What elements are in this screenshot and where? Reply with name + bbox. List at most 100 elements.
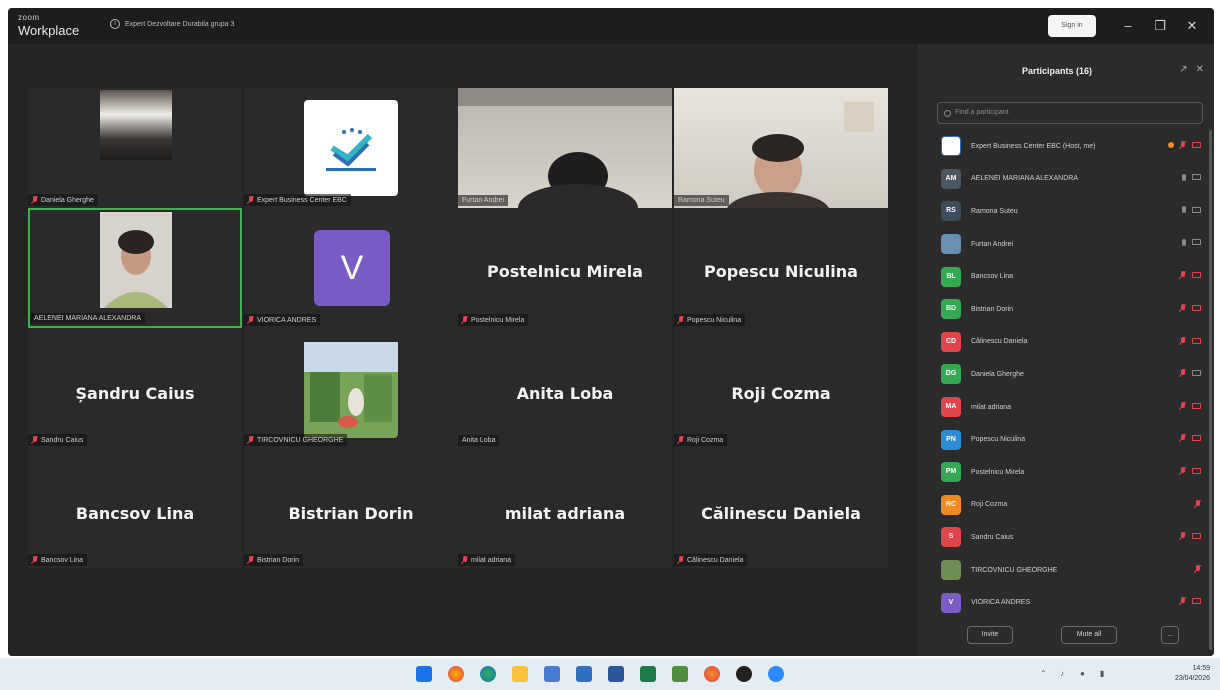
mic-muted-icon[interactable] [1180,336,1186,345]
avatar: AM [941,168,961,189]
video-tile-daniela[interactable]: Daniela Gherghe [28,88,242,208]
speaker-icon[interactable]: ♪ [1060,669,1064,678]
participant-row[interactable]: V VIORICA ANDRES [931,586,1207,619]
obs-icon[interactable] [736,666,752,682]
restore-icon[interactable]: ❐ [1150,16,1170,36]
mic-icon[interactable] [1182,206,1186,214]
tile-name: Roji Cozma [674,434,728,446]
video-tile-sandru[interactable]: Șandru Caius Sandru Caius [28,328,242,448]
video-tile-calinescu[interactable]: Călinescu Daniela Călinescu Daniela [674,448,888,568]
video-tile-popescu[interactable]: Popescu Niculina Popescu Niculina [674,208,888,328]
sign-in-button[interactable]: Sign in [1048,15,1096,37]
minimize-icon[interactable]: – [1118,16,1138,36]
more-options-button[interactable]: ... [1161,626,1179,644]
wifi-icon[interactable]: ● [1080,669,1085,678]
meeting-info[interactable]: i Expert Dezvoltare Durabila grupa 3 [110,19,234,29]
pop-out-icon[interactable]: ↗ [1179,64,1187,75]
participant-row[interactable]: PM Postelnicu Mirela [931,456,1207,489]
widgets-icon[interactable] [448,666,464,682]
tile-name: Anita Loba [458,435,500,446]
camera-off-icon[interactable] [1192,402,1201,409]
video-tile-milat[interactable]: milat adriana milat adriana [458,448,672,568]
system-clock[interactable]: 14:59 23/04/2026 [1175,664,1210,684]
mic-muted-icon[interactable] [1180,532,1186,540]
participant-name: Daniela Gherghe [971,370,1024,378]
scrollbar[interactable] [1209,130,1212,650]
video-tile-bancsov[interactable]: Bancsov Lina Bancsov Lina [28,448,242,568]
camera-off-icon[interactable] [1192,598,1201,605]
video-tile-furtan[interactable]: Furtan Andrei [458,88,672,208]
search-input[interactable]: Find a participant [937,102,1203,124]
mic-muted-icon[interactable] [1180,597,1186,605]
close-icon[interactable]: ✕ [1182,16,1202,36]
participant-row[interactable]: TIRCOVNICU GHEORGHE [931,554,1207,587]
app-icon[interactable] [672,666,688,682]
video-tile-ebc[interactable]: Expert Business Center EBC [244,88,458,208]
participant-big-name: Bancsov Lina [75,504,195,523]
participant-name: Sandru Caius [971,533,1014,541]
video-tile-anita[interactable]: Anita Loba Anita Loba [458,328,672,448]
participant-big-name: Șandru Caius [75,384,195,403]
mic-icon[interactable] [1182,238,1186,246]
edge-browser-icon[interactable] [480,666,496,682]
video-tile-viorica[interactable]: V VIORICA ANDRES [244,208,458,328]
chevron-up-icon[interactable]: ⌃ [1040,669,1047,678]
participant-row[interactable]: BD Bistrian Dorin [931,293,1207,326]
mic-muted-icon[interactable] [1180,271,1186,279]
battery-icon[interactable]: ▮ [1100,669,1104,678]
camera-off-icon[interactable] [1192,435,1201,442]
camera-off-icon[interactable] [1192,304,1201,311]
camera-off-icon[interactable] [1192,533,1201,540]
chrome-icon[interactable] [704,666,720,682]
participant-row[interactable]: MA milat adriana [931,391,1207,424]
camera-icon[interactable] [1192,206,1201,213]
close-panel-icon[interactable]: ✕ [1196,64,1204,75]
participant-row[interactable]: BL Bancsov Lina [931,260,1207,293]
mic-muted-icon[interactable] [1180,466,1186,475]
video-tile-aelenei[interactable]: AELENEI MARIANA ALEXANDRA [28,208,242,328]
camera-off-icon[interactable] [1192,467,1201,474]
word-icon[interactable] [608,666,624,682]
avatar: PN [941,429,961,450]
participant-row[interactable]: CD Călinescu Daniela [931,326,1207,359]
video-tile-ramona[interactable]: Ramona Suteu [674,88,888,208]
participant-name: Expert Business Center EBC (Host, me) [971,142,1096,150]
participant-row[interactable]: Furtan Andrei [931,228,1207,261]
video-tile-roji[interactable]: Roji Cozma Roji Cozma [674,328,888,448]
camera-icon[interactable] [1192,370,1201,377]
mute-all-button[interactable]: Mute all [1061,626,1117,644]
video-tile-postelnicu[interactable]: Postelnicu Mirela Postelnicu Mirela [458,208,672,328]
mic-muted-icon[interactable] [1180,401,1186,410]
file-explorer-icon[interactable] [512,666,528,682]
photos-icon[interactable] [576,666,592,682]
camera-icon[interactable] [1192,174,1201,181]
participant-row[interactable]: RC Roji Cozma [931,489,1207,522]
windows-start-icon[interactable] [416,666,432,682]
mic-muted-icon[interactable] [1180,303,1186,312]
mic-muted-icon[interactable] [1195,499,1201,508]
mic-muted-icon [678,316,684,324]
excel-icon[interactable] [640,666,656,682]
zoom-taskbar-icon[interactable] [768,666,784,682]
participant-row[interactable]: AM AELENEI MARIANA ALEXANDRA [931,163,1207,196]
participant-row[interactable]: S Sandru Caius [931,521,1207,554]
invite-button[interactable]: Invite [967,626,1013,644]
info-icon[interactable]: i [110,19,120,29]
video-tile-tircovnicu[interactable]: TIRCOVNICU GHEORGHE [244,328,458,448]
mic-muted-icon[interactable] [1195,564,1201,573]
mic-muted-icon[interactable] [1180,369,1186,377]
video-tile-bistrian[interactable]: Bistrian Dorin Bistrian Dorin [244,448,458,568]
store-icon[interactable] [544,666,560,682]
camera-off-icon[interactable] [1192,142,1201,148]
camera-icon[interactable] [1192,239,1201,246]
mic-muted-icon[interactable] [1180,141,1186,149]
participant-row[interactable]: RS Ramona Suteu [931,195,1207,228]
participant-row[interactable]: Expert Business Center EBC (Host, me) [931,130,1207,163]
mic-muted-icon[interactable] [1180,434,1186,442]
camera-off-icon[interactable] [1192,337,1201,344]
mic-icon[interactable] [1182,173,1186,181]
camera-off-icon[interactable] [1192,272,1201,279]
participant-row[interactable]: DG Daniela Gherghe [931,358,1207,391]
participant-row[interactable]: PN Popescu Niculina [931,423,1207,456]
participant-name: Popescu Niculina [971,436,1026,444]
